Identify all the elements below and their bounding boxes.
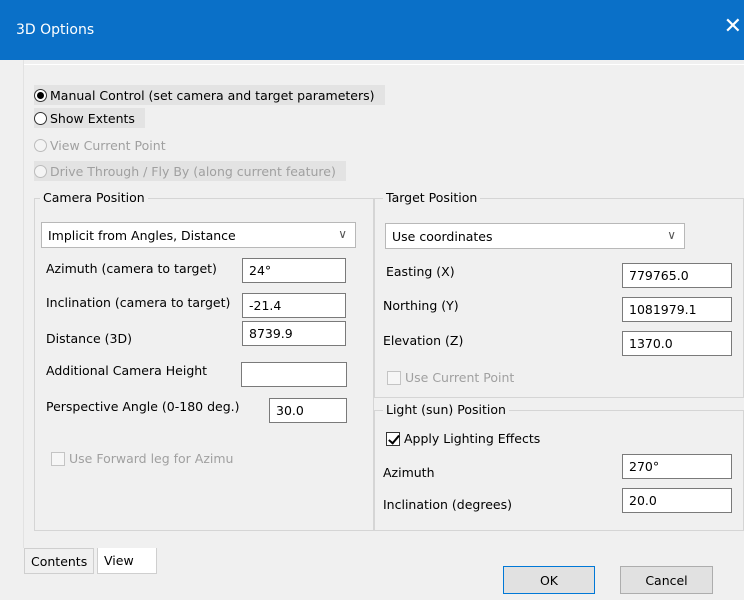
checkbox-icon <box>51 451 65 466</box>
checkbox-icon <box>386 431 400 446</box>
perspective-label: Perspective Angle (0-180 deg.) <box>46 399 240 414</box>
radio-icon <box>34 164 47 178</box>
easting-label: Easting (X) <box>386 264 455 279</box>
radio-label: Drive Through / Fly By (along current fe… <box>50 163 336 179</box>
additional-height-field[interactable] <box>241 362 347 387</box>
use-forward-leg-checkbox[interactable]: Use Forward leg for Azimu <box>51 451 233 466</box>
easting-field[interactable]: 779765.0 <box>622 263 732 288</box>
camera-azimuth-field[interactable]: 24° <box>242 258 346 283</box>
radio-view-current-point[interactable]: View Current Point <box>34 135 166 155</box>
camera-distance-field[interactable]: 8739.9 <box>242 321 346 346</box>
light-azimuth-field[interactable]: 270° <box>622 454 732 479</box>
use-current-point-checkbox[interactable]: Use Current Point <box>387 370 514 385</box>
bottom-area: Contents View OK Cancel <box>0 548 744 600</box>
northing-field[interactable]: 1081979.1 <box>622 297 732 322</box>
light-azimuth-label: Azimuth <box>383 465 435 480</box>
checkbox-icon <box>387 370 401 385</box>
chevron-down-icon: ∨ <box>667 228 676 242</box>
additional-height-label: Additional Camera Height <box>46 363 208 378</box>
northing-label: Northing (Y) <box>383 298 459 313</box>
tab-contents[interactable]: Contents <box>24 548 95 574</box>
ok-button[interactable]: OK <box>503 566 595 594</box>
target-position-label: Target Position <box>383 190 481 205</box>
light-inclination-label: Inclination (degrees) <box>383 497 512 512</box>
radio-drive-through[interactable]: Drive Through / Fly By (along current fe… <box>34 161 346 181</box>
checkbox-label: Apply Lighting Effects <box>404 431 541 446</box>
cancel-button[interactable]: Cancel <box>620 566 713 594</box>
left-strip <box>0 60 24 600</box>
camera-position-label: Camera Position <box>40 190 148 205</box>
tab-view[interactable]: View <box>97 548 157 574</box>
light-inclination-field[interactable]: 20.0 <box>622 488 732 513</box>
perspective-field[interactable]: 30.0 <box>269 398 347 423</box>
radio-label: Manual Control (set camera and target pa… <box>50 87 375 103</box>
radio-show-extents[interactable]: Show Extents <box>34 108 145 128</box>
view-pane: Manual Control (set camera and target pa… <box>24 64 744 548</box>
radio-manual-control[interactable]: Manual Control (set camera and target pa… <box>34 85 385 105</box>
radio-icon <box>34 88 47 102</box>
camera-method-select[interactable]: Implicit from Angles, Distance ∨ <box>41 222 356 248</box>
checkbox-label: Use Forward leg for Azimu <box>69 451 234 466</box>
chevron-down-icon: ∨ <box>338 227 347 241</box>
light-position-label: Light (sun) Position <box>383 402 509 417</box>
target-method-select[interactable]: Use coordinates ∨ <box>385 223 685 249</box>
close-icon[interactable]: ✕ <box>724 16 742 38</box>
window-title: 3D Options <box>16 22 95 38</box>
apply-lighting-checkbox[interactable]: Apply Lighting Effects <box>386 431 540 446</box>
radio-icon <box>34 138 47 152</box>
distance-label: Distance (3D) <box>46 331 132 346</box>
checkbox-label: Use Current Point <box>405 370 515 385</box>
radio-icon <box>34 111 47 125</box>
target-method-value: Use coordinates <box>392 228 493 244</box>
inclination-label: Inclination (camera to target) <box>46 295 231 310</box>
elevation-field[interactable]: 1370.0 <box>622 331 732 356</box>
azimuth-label: Azimuth (camera to target) <box>46 261 217 276</box>
camera-method-value: Implicit from Angles, Distance <box>48 227 236 243</box>
title-bar: 3D Options ✕ <box>0 0 744 60</box>
radio-label: Show Extents <box>50 110 135 126</box>
camera-inclination-field[interactable]: -21.4 <box>242 293 346 318</box>
radio-label: View Current Point <box>50 137 166 153</box>
elevation-label: Elevation (Z) <box>383 333 464 348</box>
